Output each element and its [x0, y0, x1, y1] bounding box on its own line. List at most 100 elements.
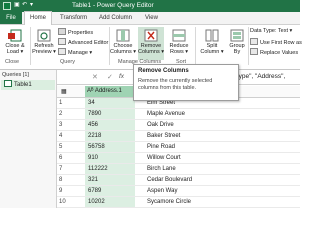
table-row[interactable]: 7 112222 Birch Lane — [57, 164, 300, 175]
address2-cell[interactable]: Willow Court — [145, 153, 181, 163]
address1-cell[interactable]: 34 — [85, 98, 135, 108]
properties-button[interactable]: Properties — [58, 28, 93, 36]
row-number: 3 — [59, 122, 63, 128]
use-first-row-label: Use First Row as — [260, 40, 302, 46]
address1-cell[interactable]: 6789 — [85, 186, 135, 196]
divider — [248, 27, 249, 65]
properties-icon — [58, 28, 66, 35]
address1-cell[interactable]: 910 — [85, 153, 135, 163]
queries-pane: Queries [1] Table1 — [0, 70, 57, 208]
address1-cell[interactable]: 2218 — [85, 131, 135, 141]
ribbon-tabs: File Home Transform Add Column View — [0, 11, 300, 25]
table-row[interactable]: 3 456 Oak Drive — [57, 120, 300, 131]
address2-cell[interactable]: Sycamore Circle — [145, 197, 191, 207]
address1-cell[interactable]: 56758 — [85, 142, 135, 152]
address2-cell[interactable]: Oak Drive — [145, 120, 174, 130]
reduce-rows-icon — [172, 29, 186, 42]
advanced-editor-label: Advanced Editor — [68, 40, 109, 46]
save-icon[interactable]: ▣ — [14, 1, 20, 8]
row-number: 8 — [59, 177, 63, 183]
properties-label: Properties — [68, 30, 94, 36]
window-title: Table1 - Power Query Editor — [72, 2, 154, 9]
address1-cell[interactable]: 10202 — [85, 197, 135, 207]
advanced-editor-button[interactable]: Advanced Editor — [58, 38, 108, 46]
address2-cell[interactable]: Maple Avenue — [145, 109, 185, 119]
split-column-button[interactable]: Split Column ▾ — [199, 29, 225, 55]
use-first-row-button[interactable]: Use First Row as — [250, 38, 302, 46]
table-menu-icon[interactable]: ▦ — [61, 87, 67, 97]
row-number: 7 — [59, 166, 63, 172]
replace-values-icon — [250, 48, 258, 55]
table-icon — [4, 80, 12, 87]
tab-add-column[interactable]: Add Column — [94, 12, 137, 24]
address1-cell[interactable]: 7890 — [85, 109, 135, 119]
reduce-rows-button[interactable]: Reduce Rows ▾ — [166, 29, 192, 55]
close-load-button[interactable]: Close & Load ▾ — [2, 29, 28, 55]
table-row[interactable]: 2 7890 Maple Avenue — [57, 109, 300, 120]
group-by-label-2: By — [233, 49, 241, 55]
data-type-label: Data Type: Text ▾ — [250, 28, 293, 34]
undo-icon[interactable]: ↶ — [22, 1, 27, 8]
group-label-query: Query — [60, 59, 75, 65]
excel-app-icon — [3, 2, 11, 10]
quick-access-dropdown-icon[interactable]: ▾ — [30, 1, 33, 8]
replace-values-button[interactable]: Replace Values — [250, 48, 298, 56]
table-row[interactable]: 6 910 Willow Court — [57, 153, 300, 164]
choose-columns-button[interactable]: Choose Columns ▾ — [110, 29, 136, 55]
row-number: 1 — [59, 100, 63, 106]
table-row[interactable]: 5 56758 Pine Road — [57, 142, 300, 153]
column-header-address1[interactable]: Aᴮ Address.1 — [85, 86, 135, 97]
split-column-label-2: Column ▾ — [200, 49, 224, 55]
replace-values-label: Replace Values — [260, 50, 299, 56]
tab-transform[interactable]: Transform — [55, 12, 92, 24]
address1-cell[interactable]: 321 — [85, 175, 135, 185]
use-first-row-icon — [250, 38, 258, 45]
query-item-label: Table1 — [14, 82, 32, 88]
address1-cell[interactable]: 456 — [85, 120, 135, 130]
table-row[interactable]: 9 6789 Aspen Way — [57, 186, 300, 197]
remove-columns-label-2: Columns ▾ — [138, 49, 164, 55]
address2-cell[interactable]: Cedar Boulevard — [145, 175, 192, 185]
address2-cell[interactable]: Pine Road — [145, 142, 175, 152]
address2-cell[interactable]: Aspen Way — [145, 186, 177, 196]
row-number: 5 — [59, 144, 63, 150]
refresh-preview-label-2: Preview ▾ — [32, 49, 56, 55]
row-number: 2 — [59, 111, 63, 117]
address2-cell[interactable]: Birch Lane — [145, 164, 176, 174]
table-row[interactable]: 10 10202 Sycamore Circle — [57, 197, 300, 208]
close-load-label-2: Load ▾ — [6, 49, 24, 55]
row-number: 4 — [59, 133, 63, 139]
group-by-icon — [230, 29, 244, 42]
table-row[interactable]: 8 321 Cedar Boulevard — [57, 175, 300, 186]
text-type-icon[interactable]: Aᴮ — [87, 88, 94, 94]
choose-columns-icon — [116, 29, 130, 42]
remove-columns-icon — [144, 29, 158, 42]
formula-text[interactable]: Type", "Address", — [235, 73, 285, 80]
advanced-editor-icon — [58, 38, 66, 45]
refresh-icon — [37, 29, 51, 42]
address1-cell[interactable]: 112222 — [85, 164, 135, 174]
query-item-table1[interactable]: Table1 — [1, 80, 55, 90]
address2-cell[interactable]: Baker Street — [145, 131, 180, 141]
group-by-button[interactable]: Group By — [227, 29, 247, 55]
group-label-close: Close — [5, 59, 20, 65]
tab-view[interactable]: View — [140, 12, 163, 24]
table-row[interactable]: 4 2218 Baker Street — [57, 131, 300, 142]
data-type-dropdown[interactable]: Data Type: Text ▾ — [250, 28, 292, 34]
tooltip-description: Remove the currently selected columns fr… — [138, 78, 213, 91]
remove-columns-button[interactable]: Remove Columns ▾ — [138, 27, 164, 60]
queries-header: Queries [1] — [2, 72, 29, 78]
confirm-icon[interactable]: ✓ — [107, 73, 113, 81]
refresh-preview-button[interactable]: Refresh Preview ▾ — [31, 29, 57, 55]
manage-button[interactable]: Manage ▾ — [58, 48, 92, 56]
split-column-icon — [205, 29, 219, 42]
reduce-rows-label-2: Rows ▾ — [169, 49, 189, 55]
cancel-icon[interactable]: ✕ — [92, 73, 98, 81]
tooltip-title: Remove Columns — [138, 68, 189, 74]
tab-file[interactable]: File — [0, 12, 22, 24]
remove-columns-tooltip: Remove Columns Remove the currently sele… — [133, 64, 239, 101]
close-load-icon — [8, 29, 22, 42]
column-header-label: Address.1 — [94, 88, 122, 94]
tab-home[interactable]: Home — [24, 11, 53, 25]
data-grid: ▦ Aᴮ Address.1 1 34 Elm Street 2 7890 Maple A… — [57, 86, 300, 208]
